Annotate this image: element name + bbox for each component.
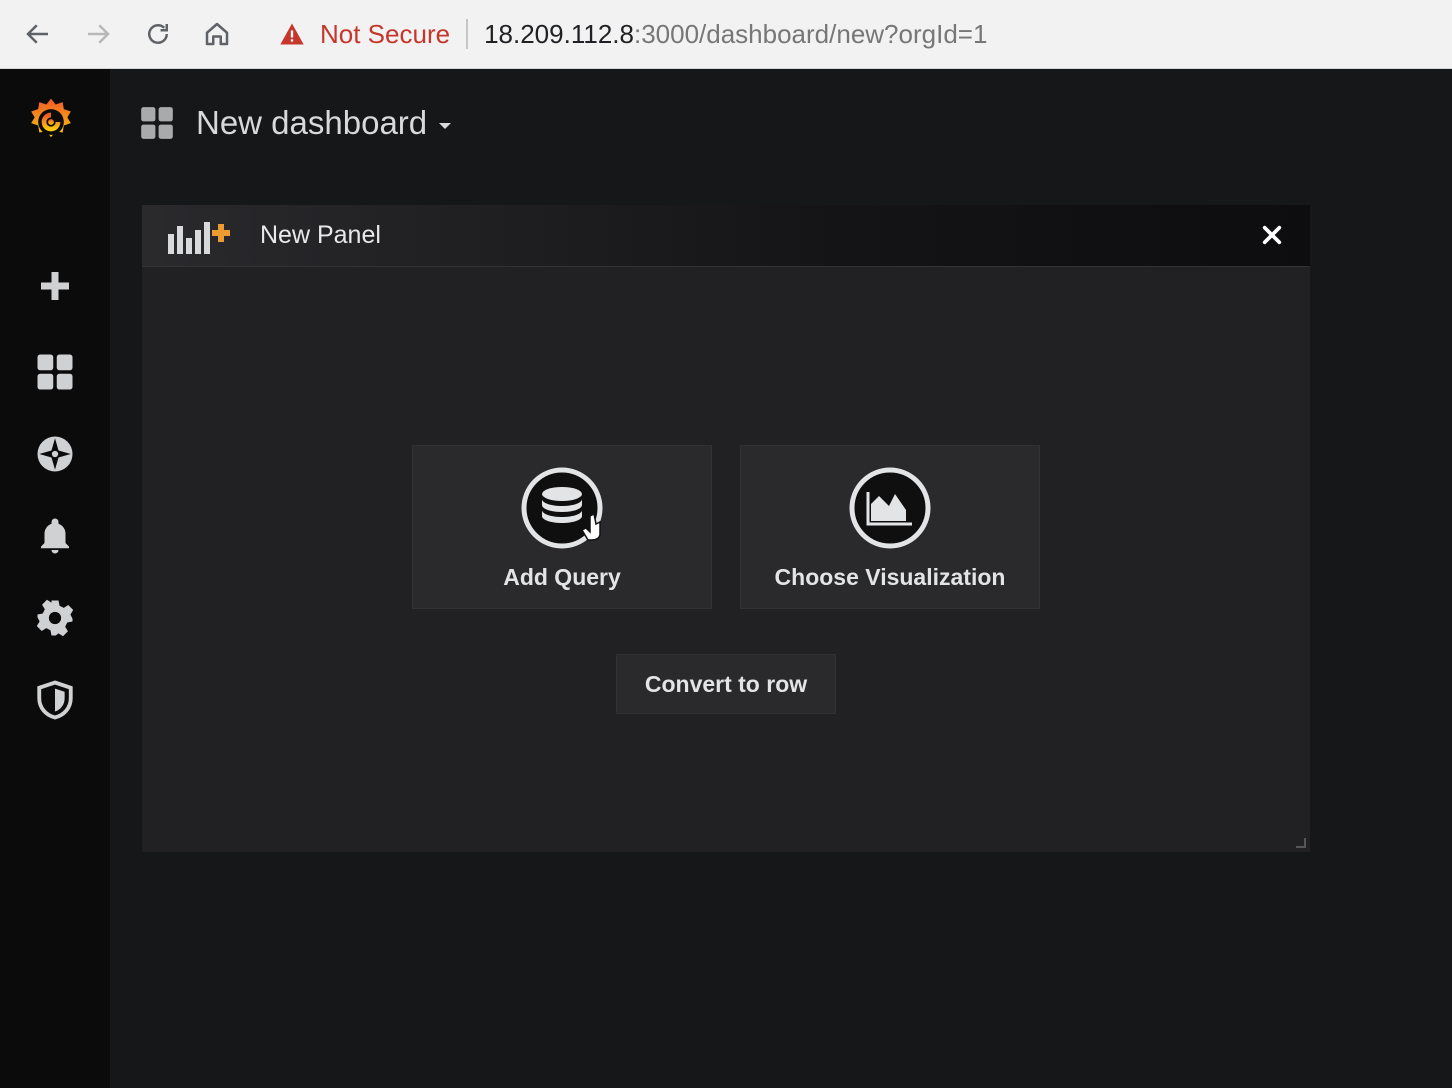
explore-compass-icon[interactable]	[30, 429, 80, 479]
reload-icon	[148, 24, 168, 44]
url-host: 18.209.112.8	[484, 18, 634, 49]
dashboard-title-dropdown[interactable]: New dashboard	[138, 103, 452, 143]
security-status[interactable]: Not Secure	[320, 19, 450, 50]
arrow-left-icon	[26, 24, 48, 44]
alerting-bell-icon[interactable]	[30, 511, 80, 561]
area-chart-icon	[849, 467, 931, 549]
convert-to-row-button[interactable]: Convert to row	[616, 654, 836, 714]
dashboard-grid-icon	[141, 107, 173, 139]
side-menu	[0, 69, 110, 1088]
back-button[interactable]	[18, 14, 58, 54]
panel-resize-handle[interactable]	[1296, 838, 1306, 848]
dashboards-icon[interactable]	[30, 347, 80, 397]
new-panel: New Panel Add Query Choose Visualization	[142, 205, 1310, 852]
address-bar[interactable]: Not Secure 18.209.112.8 :3000/dashboard/…	[262, 8, 1452, 60]
forward-button[interactable]	[78, 14, 118, 54]
choose-visualization-button[interactable]: Choose Visualization	[740, 445, 1040, 609]
arrow-right-icon	[88, 24, 110, 44]
home-button[interactable]	[197, 14, 237, 54]
grafana-logo-icon[interactable]	[22, 93, 80, 151]
panel-title: New Panel	[260, 221, 381, 249]
database-icon	[521, 467, 603, 549]
dashboard-main: New dashboard New Panel Add Query Choose…	[110, 69, 1452, 1088]
add-query-label: Add Query	[503, 564, 621, 590]
configuration-gear-icon[interactable]	[30, 593, 80, 643]
choose-visualization-label: Choose Visualization	[774, 564, 1006, 590]
browser-toolbar: Not Secure 18.209.112.8 :3000/dashboard/…	[0, 0, 1452, 69]
warning-icon	[280, 23, 304, 45]
panel-header: New Panel	[142, 205, 1310, 267]
close-icon	[1262, 225, 1282, 245]
add-panel-icon	[168, 221, 230, 254]
add-query-button[interactable]: Add Query	[412, 445, 712, 609]
url-path: :3000/dashboard/new?orgId=1	[633, 18, 988, 49]
reload-button[interactable]	[138, 14, 178, 54]
chevron-down-icon[interactable]	[439, 123, 452, 129]
home-icon	[205, 22, 229, 46]
url-divider	[466, 19, 469, 49]
plus-icon[interactable]	[30, 261, 80, 311]
close-button[interactable]	[1256, 219, 1288, 251]
dashboard-title[interactable]: New dashboard	[196, 104, 427, 142]
server-admin-shield-icon[interactable]	[30, 675, 80, 725]
